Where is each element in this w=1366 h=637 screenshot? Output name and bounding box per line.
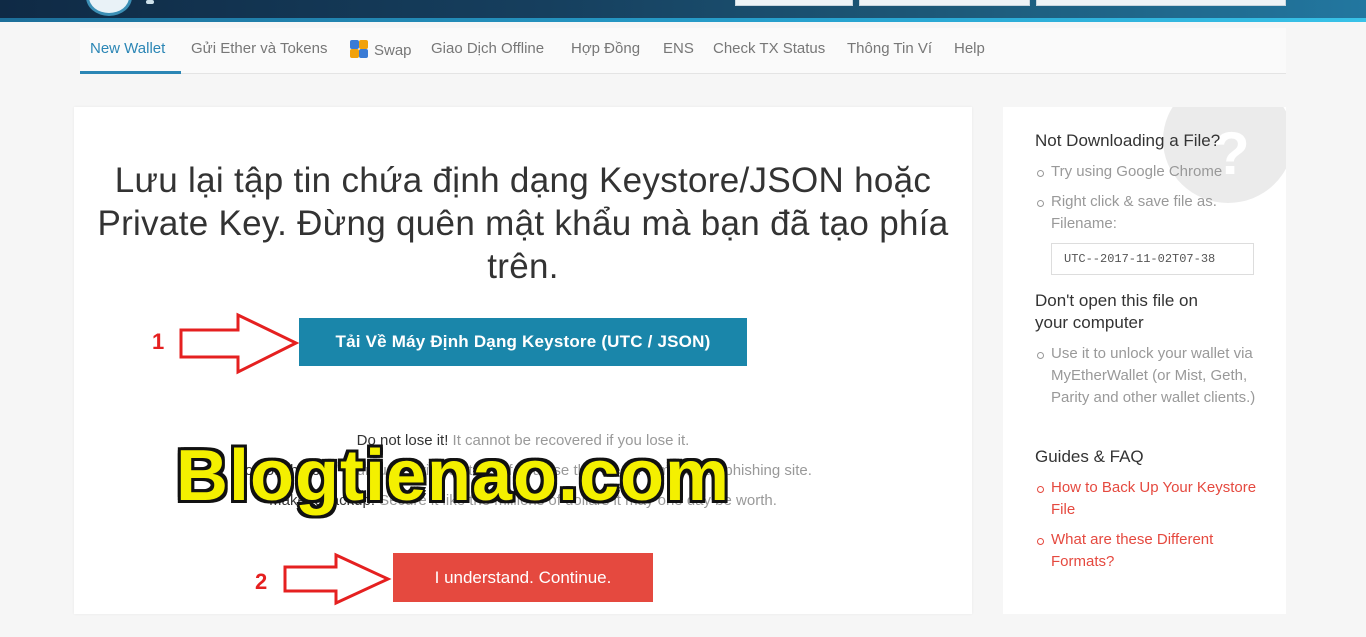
nav-contracts[interactable]: Hợp Đồng (571, 40, 640, 57)
nav-swap[interactable]: Swap (350, 40, 412, 59)
nav-ens[interactable]: ENS (663, 40, 694, 57)
nav-offline-tx[interactable]: Giao Dịch Offline (431, 40, 544, 57)
filename-field[interactable]: UTC--2017-11-02T07-38 (1051, 243, 1254, 275)
nav-active-indicator (80, 71, 181, 74)
arrow-right-icon (283, 552, 392, 606)
nav-wallet-info[interactable]: Thông Tin Ví (847, 40, 932, 57)
header-dropdown-1[interactable] (735, 0, 853, 6)
logo-text-fragment (146, 0, 154, 4)
link-different-formats[interactable]: What are these Different Formats? (1037, 529, 1266, 573)
nav-send-ether[interactable]: Gửi Ether và Tokens (191, 40, 328, 57)
page-title: Lưu lại tập tin chứa định dạng Keystore/… (97, 161, 949, 286)
link-backup-keystore[interactable]: How to Back Up Your Keystore File (1037, 477, 1266, 521)
continue-button[interactable]: I understand. Continue. (393, 553, 653, 602)
sidebar-item-unlock: Use it to unlock your wallet via MyEther… (1037, 343, 1266, 409)
header-accent-stripe (0, 18, 1366, 22)
swap-icon (350, 40, 370, 58)
nav-help[interactable]: Help (954, 40, 985, 57)
sidebar-item-right-click: Right click & save file as. Filename: (1037, 191, 1266, 235)
step-number-2: 2 (255, 569, 268, 594)
sidebar-item-chrome: Try using Google Chrome (1037, 161, 1266, 183)
arrow-right-icon (179, 312, 300, 375)
nav-new-wallet[interactable]: New Wallet (90, 40, 165, 57)
sidebar-heading-dont-open: Don't open this file on your computer (1035, 291, 1198, 332)
download-keystore-button[interactable]: Tải Về Máy Định Dạng Keystore (UTC / JSO… (299, 318, 747, 366)
sidebar-heading-not-downloading: Not Downloading a File? (1035, 131, 1221, 150)
header-dropdown-2[interactable] (859, 0, 1030, 6)
sidebar-heading-guides: Guides & FAQ (1035, 447, 1144, 466)
main-nav: New Wallet Gửi Ether và Tokens Swap Giao… (80, 28, 1286, 74)
help-sidebar: ? Not Downloading a File? Try using Goog… (1003, 107, 1286, 614)
nav-swap-label: Swap (374, 42, 412, 59)
header-dropdown-3[interactable] (1036, 0, 1286, 6)
nav-check-tx[interactable]: Check TX Status (713, 40, 825, 57)
watermark-text: Blogtienao.com (176, 436, 731, 516)
step-number-1: 1 (152, 329, 165, 354)
